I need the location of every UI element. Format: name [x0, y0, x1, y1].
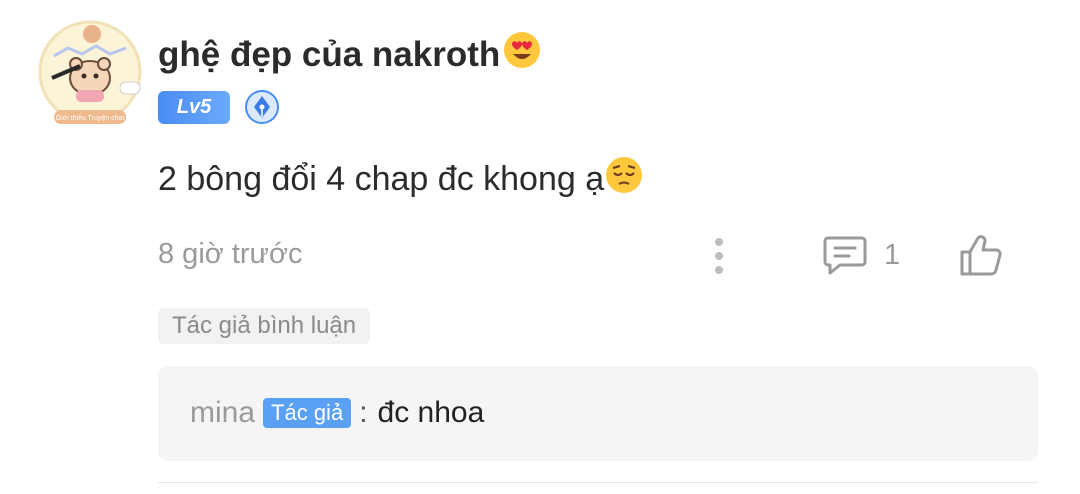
- divider: [158, 482, 1038, 483]
- like-button[interactable]: [958, 232, 1004, 278]
- reply-preview[interactable]: mina Tác giả : đc nhoa: [158, 366, 1038, 461]
- thumbs-up-icon: [960, 235, 1002, 276]
- pensive-emoji-icon: [604, 155, 644, 204]
- level-badge: Lv5: [158, 90, 230, 124]
- author-replied-tag: Tác giả bình luận: [158, 308, 371, 344]
- avatar-caption: Giới thiệu Truyện chat: [56, 115, 125, 122]
- heart-eyes-emoji-icon: [502, 30, 542, 79]
- reply-count: 1: [884, 238, 901, 271]
- comment-bubble-icon: [823, 236, 867, 275]
- avatar[interactable]: Giới thiệu Truyện chat: [36, 18, 144, 126]
- user-badges: Lv5: [158, 89, 280, 125]
- username-text: ghệ đẹp của nakroth: [158, 34, 501, 74]
- reply-author[interactable]: mina: [190, 396, 255, 430]
- comment-body: 2 bông đổi 4 chap đc khong ạ: [158, 155, 644, 204]
- more-vertical-icon: [715, 238, 723, 274]
- username[interactable]: ghệ đẹp của nakroth: [158, 30, 542, 79]
- author-badge: Tác giả: [263, 398, 352, 428]
- reply-separator: :: [359, 396, 368, 429]
- reply-line: mina Tác giả : đc nhoa: [190, 396, 484, 430]
- more-options-button[interactable]: [706, 236, 732, 276]
- reply-text: đc nhoa: [377, 396, 485, 429]
- comment-timestamp: 8 giờ trước: [158, 238, 303, 270]
- pen-nib-badge-icon: [244, 89, 280, 125]
- reply-button[interactable]: 1: [822, 234, 900, 276]
- comment-text: 2 bông đổi 4 chap đc khong ạ: [158, 160, 605, 198]
